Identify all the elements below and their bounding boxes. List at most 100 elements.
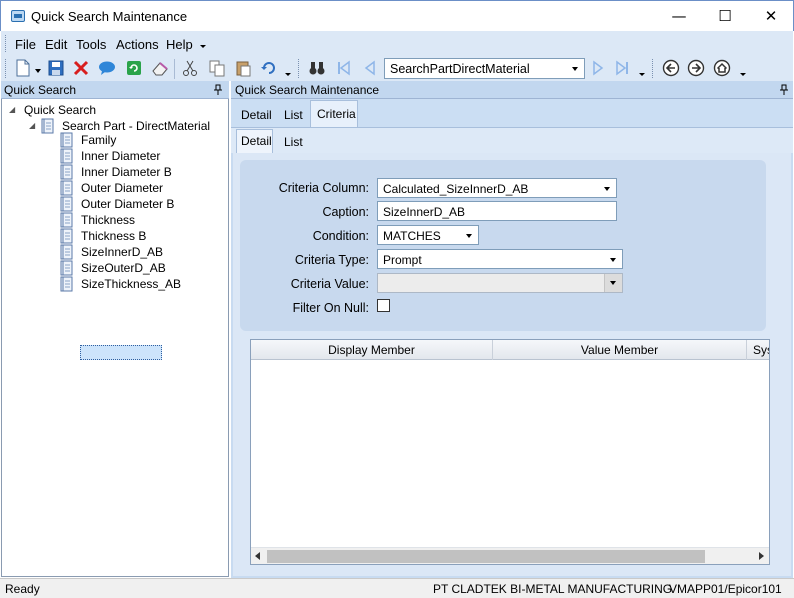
caption-input[interactable]: SizeInnerD_AB xyxy=(377,201,617,221)
tree-root[interactable]: Quick Search xyxy=(24,103,96,117)
criteria-type-value: Prompt xyxy=(383,253,422,267)
tree-item[interactable]: Outer Diameter xyxy=(81,181,163,195)
filter-on-null-label: Filter On Null: xyxy=(292,301,369,315)
menu-actions[interactable]: Actions xyxy=(116,37,159,52)
chat-icon[interactable] xyxy=(98,59,116,77)
home-icon[interactable] xyxy=(713,59,731,77)
chevron-down-icon[interactable] xyxy=(466,234,472,238)
quick-search-tree: ◢ Quick Search ◢ Search Part - DirectMat… xyxy=(1,99,229,577)
last-record-icon[interactable] xyxy=(613,59,631,77)
new-dropdown-icon[interactable] xyxy=(35,69,41,73)
tab-detail[interactable]: Detail xyxy=(241,108,272,122)
criteria-column-value: Calculated_SizeInnerD_AB xyxy=(383,182,529,196)
previous-record-icon[interactable] xyxy=(361,59,379,77)
chevron-down-icon[interactable] xyxy=(572,67,578,71)
tab-list[interactable]: List xyxy=(284,108,303,122)
criteria-item-icon xyxy=(60,212,73,228)
save-icon[interactable] xyxy=(47,59,65,77)
tree-search-part[interactable]: Search Part - DirectMaterial xyxy=(62,119,210,133)
subtab-detail-label: Detail xyxy=(241,134,272,148)
filter-on-null-checkbox[interactable] xyxy=(377,299,390,312)
toolbar3-grip[interactable] xyxy=(652,59,655,78)
sub-tabs: Detail List xyxy=(231,127,793,153)
next-record-icon[interactable] xyxy=(589,59,607,77)
criteria-item-icon xyxy=(60,196,73,212)
tree-item[interactable]: Inner Diameter xyxy=(81,149,160,163)
column-display-member[interactable]: Display Member xyxy=(251,340,493,360)
criteria-value-dropdown-button[interactable] xyxy=(604,274,622,292)
menu-grip[interactable] xyxy=(5,35,8,52)
minimize-button[interactable]: — xyxy=(656,1,702,31)
tab-criteria[interactable]: Criteria xyxy=(310,100,358,127)
subtab-list[interactable]: List xyxy=(284,135,303,149)
condition-combo[interactable]: MATCHES xyxy=(377,225,479,245)
menu-help[interactable]: Help xyxy=(166,37,193,52)
tree-item[interactable]: SizeInnerD_AB xyxy=(81,245,163,259)
criteria-item-icon xyxy=(60,148,73,164)
criteria-type-label: Criteria Type: xyxy=(294,253,369,267)
undo-icon[interactable] xyxy=(260,59,278,77)
criteria-column-combo[interactable]: Calculated_SizeInnerD_AB xyxy=(377,178,617,198)
criteria-type-combo[interactable]: Prompt xyxy=(377,249,623,269)
condition-value: MATCHES xyxy=(383,229,441,243)
pin-icon[interactable] xyxy=(779,84,789,95)
toolbar3-overflow-icon[interactable] xyxy=(740,73,746,76)
subtab-detail[interactable]: Detail xyxy=(236,129,273,153)
criteria-value-combo[interactable] xyxy=(377,273,623,293)
horizontal-scrollbar[interactable] xyxy=(251,547,769,564)
tree-item[interactable]: Thickness xyxy=(81,213,135,227)
menu-tools[interactable]: Tools xyxy=(76,37,106,52)
forward-icon[interactable] xyxy=(687,59,705,77)
scroll-left-icon[interactable] xyxy=(255,552,260,560)
toolbar2-grip[interactable] xyxy=(298,59,301,78)
tree-collapse-icon[interactable]: ◢ xyxy=(9,105,15,114)
criteria-item-icon xyxy=(60,260,73,276)
paste-icon[interactable] xyxy=(234,59,252,77)
column-sys[interactable]: Sys xyxy=(747,340,769,360)
chevron-down-icon[interactable] xyxy=(610,258,616,262)
chevron-down-icon[interactable] xyxy=(604,187,610,191)
search-selector-combo[interactable]: SearchPartDirectMaterial xyxy=(384,58,585,79)
tree-item[interactable]: Family xyxy=(81,133,116,147)
criteria-value-label: Criteria Value: xyxy=(290,277,369,291)
search-book-icon xyxy=(41,118,54,134)
clear-icon[interactable] xyxy=(151,59,169,77)
back-icon[interactable] xyxy=(662,59,680,77)
first-record-icon[interactable] xyxy=(335,59,353,77)
criteria-values-grid: Display Member Value Member Sys xyxy=(250,339,770,565)
copy-icon[interactable] xyxy=(208,59,226,77)
delete-icon[interactable] xyxy=(72,59,90,77)
tree-item[interactable]: Inner Diameter B xyxy=(81,165,172,179)
toolbar-overflow-icon[interactable] xyxy=(285,73,291,76)
pin-icon[interactable] xyxy=(213,84,223,95)
grid-header: Display Member Value Member Sys xyxy=(251,340,769,360)
column-value-member[interactable]: Value Member xyxy=(493,340,747,360)
close-window-button[interactable]: ✕ xyxy=(748,1,794,31)
criteria-item-icon xyxy=(60,180,73,196)
right-panel-header: Quick Search Maintenance xyxy=(231,81,793,99)
tree-item[interactable]: Outer Diameter B xyxy=(81,197,174,211)
criteria-item-icon xyxy=(60,164,73,180)
status-text: Ready xyxy=(5,582,40,596)
toolbar-grip[interactable] xyxy=(5,59,8,78)
scroll-thumb[interactable] xyxy=(267,550,705,563)
maximize-button[interactable]: ☐ xyxy=(702,1,748,31)
tree-item[interactable]: SizeThickness_AB xyxy=(81,277,181,291)
menu-overflow-icon[interactable] xyxy=(200,45,206,48)
cut-icon[interactable] xyxy=(181,59,199,77)
tree-item[interactable]: SizeOuterD_AB xyxy=(81,261,166,275)
scroll-right-icon[interactable] xyxy=(759,552,764,560)
window-title: Quick Search Maintenance xyxy=(31,9,188,24)
tree-collapse-icon[interactable]: ◢ xyxy=(29,121,35,130)
search-selector-value: SearchPartDirectMaterial xyxy=(390,62,530,76)
tree-item[interactable]: Thickness B xyxy=(81,229,146,243)
criteria-item-icon xyxy=(60,244,73,260)
status-server: VMAPP01/Epicor101 xyxy=(669,582,782,596)
menu-edit[interactable]: Edit xyxy=(45,37,67,52)
search-binoculars-icon[interactable] xyxy=(308,59,326,77)
toolbar2-overflow-icon[interactable] xyxy=(639,73,645,76)
refresh-icon[interactable] xyxy=(125,59,143,77)
left-panel-header: Quick Search xyxy=(1,81,229,99)
new-document-icon[interactable] xyxy=(14,59,32,77)
menu-file[interactable]: File xyxy=(15,37,36,52)
